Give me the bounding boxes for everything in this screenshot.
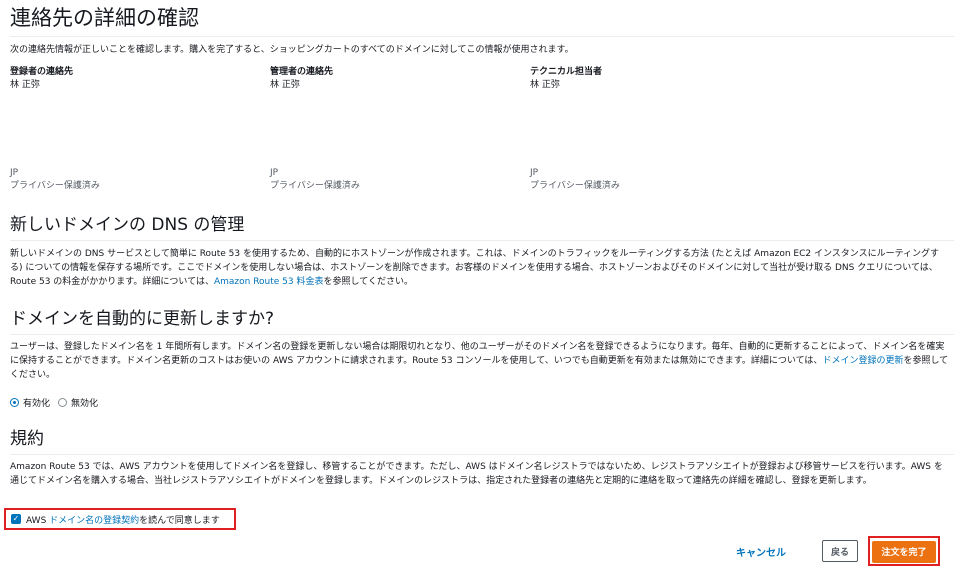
registrant-footer: JP プライバシー保護済み <box>10 167 100 193</box>
registrant-heading: 登録者の連絡先 <box>10 67 74 77</box>
dns-description: 新しいドメインの DNS サービスとして簡単に Route 53 を使用するため… <box>10 247 950 289</box>
enable-label[interactable]: 有効化 <box>23 396 50 409</box>
disable-radio[interactable] <box>58 398 68 407</box>
tech-heading: テクニカル担当者 <box>530 67 603 77</box>
admin-country: JP <box>270 168 279 178</box>
registrant-name: 林 正弥 <box>10 80 40 90</box>
tech-name: 林 正弥 <box>530 80 560 90</box>
complete-order-highlight: 注文を完了 <box>868 536 940 566</box>
route53-pricing-link[interactable]: Amazon Route 53 料金表 <box>214 277 324 287</box>
dns-text: 新しいドメインの DNS サービスとして簡単に Route 53 を使用するため… <box>10 249 940 287</box>
dns-suffix: を参照してください。 <box>323 277 413 287</box>
back-button[interactable]: 戻る <box>822 540 858 562</box>
cancel-button[interactable]: キャンセル <box>736 544 786 559</box>
agree-terms-row: ✓ AWS ドメイン名の登録契約を読んで同意します <box>4 508 236 530</box>
enable-radio[interactable] <box>10 398 19 407</box>
contact-description: 次の連絡先情報が正しいことを確認します。購入を完了すると、ショッピングカートのす… <box>10 45 574 55</box>
agree-checkbox[interactable]: ✓ <box>11 514 21 524</box>
admin-privacy: プライバシー保護済み <box>270 181 360 191</box>
agree-suffix: を読んで同意します <box>139 515 220 526</box>
admin-footer: JP プライバシー保護済み <box>270 167 360 193</box>
agree-prefix: AWS <box>26 515 50 526</box>
terms-description: Amazon Route 53 では、AWS アカウントを使用してドメイン名を登… <box>10 462 943 486</box>
registration-agreement-link[interactable]: ドメイン名の登録契約 <box>49 516 139 526</box>
tech-country: JP <box>530 168 539 178</box>
registrant-contact: 登録者の連絡先 林 正弥 JP プライバシー保護済み <box>10 66 260 191</box>
auto-renew-options: 有効化 無効化 <box>10 396 98 409</box>
admin-heading: 管理者の連絡先 <box>270 67 334 77</box>
admin-contact: 管理者の連絡先 林 正弥 JP プライバシー保護済み <box>270 66 520 191</box>
terms-section-title: 規約 <box>10 424 954 455</box>
disable-label[interactable]: 無効化 <box>71 396 98 409</box>
tech-contact: テクニカル担当者 林 正弥 JP プライバシー保護済み <box>530 66 780 191</box>
dns-section-title: 新しいドメインの DNS の管理 <box>10 210 954 241</box>
agree-label: AWS ドメイン名の登録契約を読んで同意します <box>26 513 220 526</box>
renew-text: ユーザーは、登録したドメイン名を 1 年間所有します。ドメイン名の登録を更新しな… <box>10 342 945 366</box>
tech-privacy: プライバシー保護済み <box>530 181 620 191</box>
page-title: 連絡先の詳細の確認 <box>10 2 954 37</box>
renew-section-title: ドメインを自動的に更新しますか? <box>10 304 954 335</box>
tech-footer: JP プライバシー保護済み <box>530 167 620 193</box>
registrant-country: JP <box>10 168 19 178</box>
registrant-privacy: プライバシー保護済み <box>10 181 100 191</box>
renew-description: ユーザーは、登録したドメイン名を 1 年間所有します。ドメイン名の登録を更新しな… <box>10 340 950 382</box>
admin-name: 林 正弥 <box>270 80 300 90</box>
domain-renewal-link[interactable]: ドメイン登録の更新 <box>822 356 903 366</box>
complete-order-button[interactable]: 注文を完了 <box>872 540 936 563</box>
